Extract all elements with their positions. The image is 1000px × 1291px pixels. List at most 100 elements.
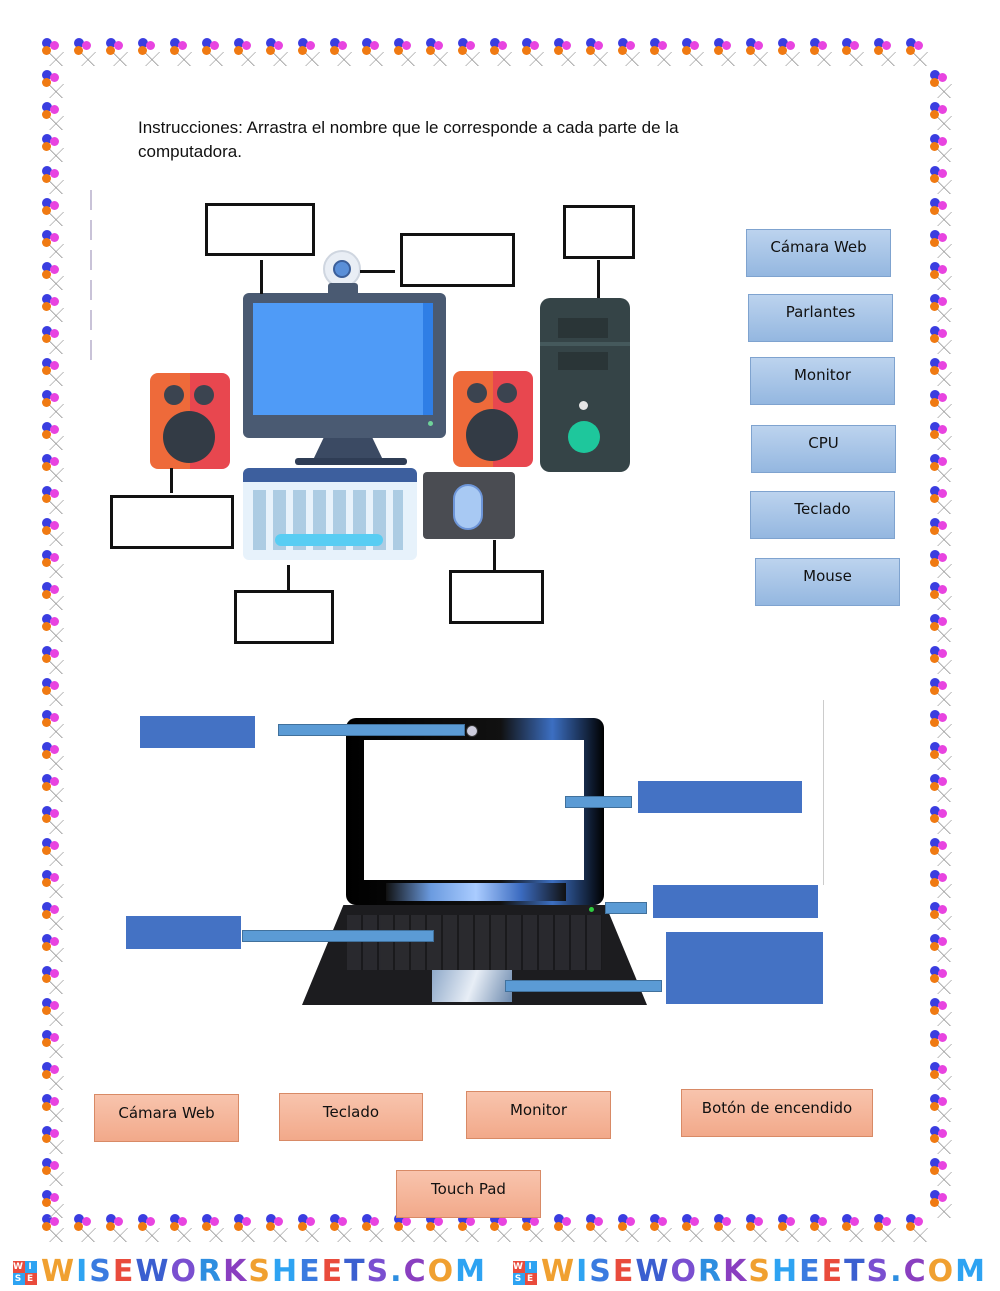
drop-target-webcam[interactable] xyxy=(400,233,515,287)
drag-label-monitor[interactable]: Monitor xyxy=(750,357,895,405)
balloon-icon xyxy=(928,102,960,134)
drag-label-touch-pad[interactable]: Touch Pad xyxy=(396,1170,541,1218)
drag-label-teclado[interactable]: Teclado xyxy=(750,491,895,539)
balloon-icon xyxy=(40,582,72,614)
laptop-drop-touchpad[interactable] xyxy=(666,932,823,1004)
desktop-computer-illustration xyxy=(90,185,650,655)
balloon-icon xyxy=(40,262,72,294)
balloon-icon xyxy=(40,102,72,134)
balloon-icon xyxy=(104,1214,136,1246)
keyboard-image xyxy=(243,468,417,560)
balloon-icon xyxy=(40,614,72,646)
balloon-icon xyxy=(928,390,960,422)
balloon-icon xyxy=(928,742,960,774)
balloon-icon xyxy=(40,550,72,582)
balloon-icon xyxy=(928,582,960,614)
balloon-icon xyxy=(928,198,960,230)
balloon-icon xyxy=(928,710,960,742)
balloon-icon xyxy=(928,550,960,582)
balloon-icon xyxy=(40,774,72,806)
balloon-icon xyxy=(928,134,960,166)
drop-target-mouse[interactable] xyxy=(449,570,544,624)
right-speaker-image xyxy=(453,371,533,467)
drop-target-keyboard[interactable] xyxy=(234,590,334,644)
balloon-icon xyxy=(40,70,72,102)
balloon-icon xyxy=(928,902,960,934)
balloon-icon xyxy=(616,1214,648,1246)
balloon-icon xyxy=(488,1214,520,1246)
balloon-icon xyxy=(552,1214,584,1246)
power-light xyxy=(589,907,594,912)
balloon-icon xyxy=(928,1094,960,1126)
balloon-icon xyxy=(616,38,648,70)
laptop-drop-webcam[interactable] xyxy=(140,716,255,748)
drag-label-mouse[interactable]: Mouse xyxy=(755,558,900,606)
balloon-icon xyxy=(928,294,960,326)
balloon-icon xyxy=(40,902,72,934)
balloon-icon xyxy=(40,358,72,390)
balloon-icon xyxy=(40,678,72,710)
balloon-icon xyxy=(328,1214,360,1246)
drag-label-parlantes[interactable]: Parlantes xyxy=(748,294,893,342)
balloon-icon xyxy=(744,1214,776,1246)
laptop-drop-screen[interactable] xyxy=(638,781,802,813)
balloon-icon xyxy=(872,38,904,70)
balloon-icon xyxy=(928,262,960,294)
balloon-icon xyxy=(520,38,552,70)
balloon-icon xyxy=(808,38,840,70)
laptop-drop-power[interactable] xyxy=(653,885,818,918)
balloon-icon xyxy=(928,614,960,646)
balloon-icon xyxy=(136,1214,168,1246)
balloon-icon xyxy=(232,38,264,70)
brand-text: WISEWORKSHEETS.COM xyxy=(541,1254,987,1289)
balloon-icon xyxy=(40,1094,72,1126)
drag-label-teclado-laptop[interactable]: Teclado xyxy=(279,1093,423,1141)
balloon-icon xyxy=(40,326,72,358)
balloon-icon xyxy=(40,742,72,774)
instructions-text: Instrucciones: Arrastra el nombre que le… xyxy=(138,116,798,164)
monitor-image xyxy=(243,293,446,438)
balloon-icon xyxy=(928,70,960,102)
balloon-icon xyxy=(928,486,960,518)
drag-label-camara-web[interactable]: Cámara Web xyxy=(746,229,891,277)
balloon-icon xyxy=(712,1214,744,1246)
balloon-icon xyxy=(40,518,72,550)
balloon-border-left xyxy=(40,70,72,1222)
drag-label-boton-encendido[interactable]: Botón de encendido xyxy=(681,1089,873,1137)
balloon-icon xyxy=(40,454,72,486)
balloon-icon xyxy=(40,806,72,838)
balloon-icon xyxy=(680,1214,712,1246)
balloon-icon xyxy=(776,38,808,70)
balloon-border-right xyxy=(928,70,960,1222)
arrow-screen xyxy=(565,796,632,808)
balloon-icon xyxy=(648,1214,680,1246)
balloon-icon xyxy=(928,646,960,678)
balloon-icon xyxy=(928,774,960,806)
laptop-drop-keyboard[interactable] xyxy=(126,916,241,949)
cpu-tower-image xyxy=(540,298,630,472)
balloon-icon xyxy=(392,1214,424,1246)
balloon-icon xyxy=(424,1214,456,1246)
balloon-icon xyxy=(456,1214,488,1246)
drag-label-monitor-laptop[interactable]: Monitor xyxy=(466,1091,611,1139)
balloon-icon xyxy=(232,1214,264,1246)
balloon-icon xyxy=(840,1214,872,1246)
balloon-icon xyxy=(136,38,168,70)
balloon-icon xyxy=(928,422,960,454)
balloon-icon xyxy=(928,326,960,358)
balloon-icon xyxy=(928,806,960,838)
balloon-border-bottom xyxy=(40,1214,936,1246)
balloon-icon xyxy=(584,1214,616,1246)
drop-target-speaker[interactable] xyxy=(110,495,234,549)
balloon-icon xyxy=(840,38,872,70)
balloon-icon xyxy=(928,1190,960,1222)
balloon-icon xyxy=(40,934,72,966)
drag-label-camara-web-laptop[interactable]: Cámara Web xyxy=(94,1094,239,1142)
drop-target-monitor[interactable] xyxy=(205,203,315,256)
balloon-icon xyxy=(40,646,72,678)
balloon-icon xyxy=(928,1030,960,1062)
balloon-icon xyxy=(200,1214,232,1246)
balloon-icon xyxy=(40,390,72,422)
drop-target-cpu[interactable] xyxy=(563,205,635,259)
drag-label-cpu[interactable]: CPU xyxy=(751,425,896,473)
